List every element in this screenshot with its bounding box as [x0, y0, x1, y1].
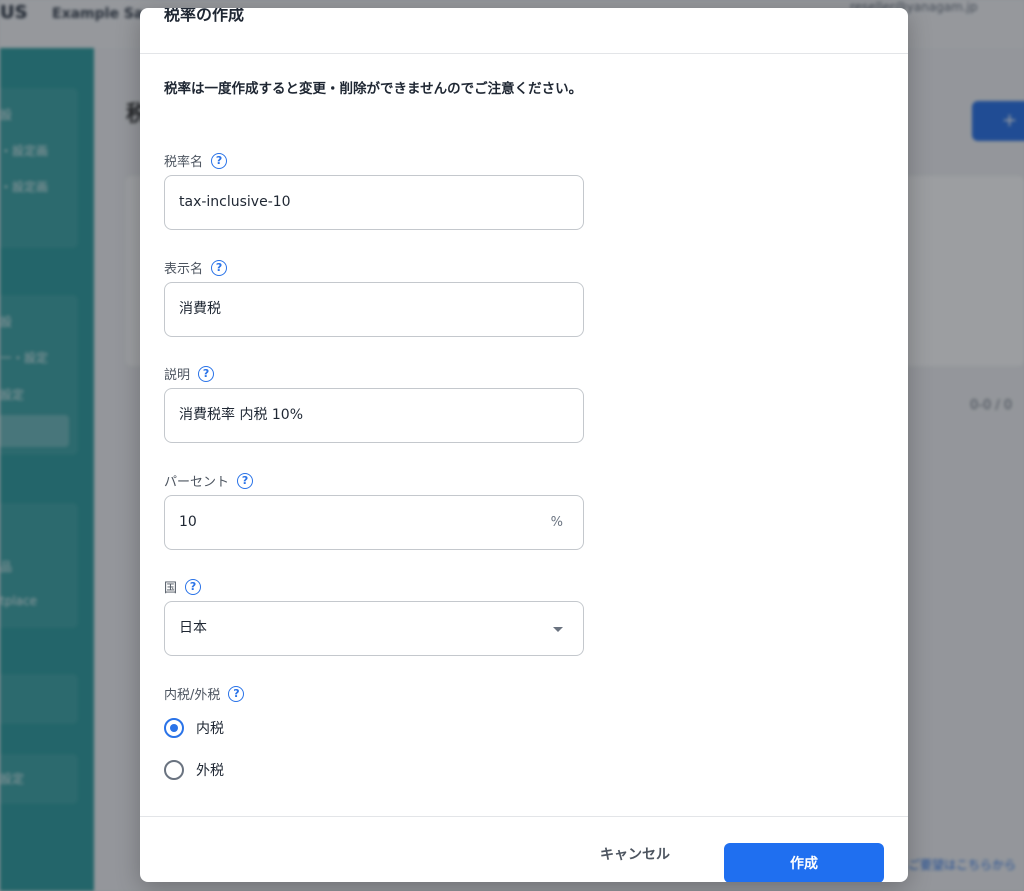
description-label: 説明 ? [164, 364, 215, 383]
country-value: 日本 [179, 620, 207, 636]
help-icon[interactable]: ? [198, 365, 215, 382]
radio-tax-inclusive[interactable]: 内税 [164, 718, 224, 738]
tax-name-value: tax-inclusive-10 [179, 194, 291, 210]
radio-tax-exclusive[interactable]: 外税 [164, 760, 224, 780]
display-name-label-text: 表示名 [164, 262, 204, 277]
help-icon[interactable]: ? [237, 472, 254, 489]
percent-label: パーセント ? [164, 471, 254, 490]
dialog-title: 税率の作成 [164, 8, 245, 24]
dialog-header: 税率の作成 [140, 8, 908, 54]
display-name-input[interactable]: 消費税 [164, 282, 584, 337]
help-icon[interactable]: ? [211, 259, 228, 276]
create-button[interactable]: 作成 [724, 843, 884, 882]
radio-unchecked-icon[interactable] [164, 760, 184, 780]
chevron-down-icon [553, 627, 563, 632]
tax-type-label: 内税/外税 ? [164, 684, 245, 703]
display-name-label: 表示名 ? [164, 258, 228, 277]
help-icon[interactable]: ? [228, 685, 245, 702]
tax-type-label-text: 内税/外税 [164, 688, 221, 703]
radio-label: 内税 [196, 721, 224, 737]
country-select[interactable]: 日本 [164, 601, 584, 656]
radio-label: 外税 [196, 763, 224, 779]
description-input[interactable]: 消費税率 内税 10% [164, 388, 584, 443]
radio-checked-icon[interactable] [164, 718, 184, 738]
percent-input[interactable]: 10 % [164, 495, 584, 550]
description-label-text: 説明 [164, 368, 191, 383]
description-value: 消費税率 内税 10% [179, 407, 304, 423]
country-label: 国 ? [164, 577, 202, 596]
cancel-button[interactable]: キャンセル [580, 839, 690, 869]
help-icon[interactable]: ? [185, 578, 202, 595]
country-label-text: 国 [164, 581, 178, 596]
tax-name-label-text: 税率名 [164, 155, 204, 170]
percent-label-text: パーセント [164, 475, 230, 490]
create-tax-rate-dialog: 税率の作成 税率は一度作成すると変更・削除ができませんのでご注意ください。 税率… [140, 8, 908, 882]
help-icon[interactable]: ? [211, 152, 228, 169]
dialog-footer: キャンセル 作成 [140, 816, 908, 882]
percent-value: 10 [179, 514, 197, 530]
percent-suffix: % [550, 515, 563, 530]
display-name-value: 消費税 [179, 301, 221, 317]
tax-name-input[interactable]: tax-inclusive-10 [164, 175, 584, 230]
tax-name-label: 税率名 ? [164, 151, 228, 170]
warning-message: 税率は一度作成すると変更・削除ができませんのでご注意ください。 [164, 81, 583, 97]
